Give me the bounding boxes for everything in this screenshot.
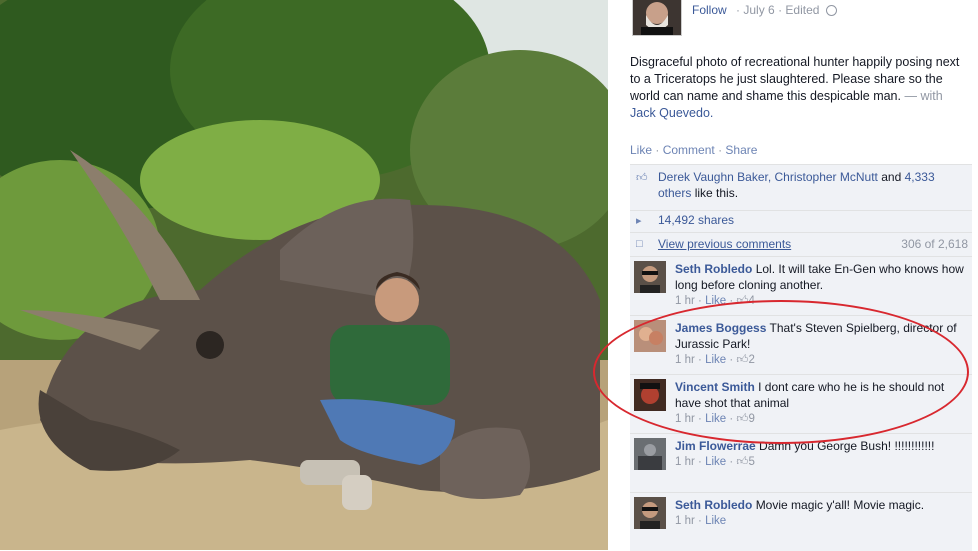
separator: · [736, 3, 741, 17]
poster-avatar[interactable] [632, 0, 682, 36]
thumbs-up-icon: 👍︎ [636, 172, 648, 184]
likes-suffix: like this. [694, 186, 739, 200]
globe-icon[interactable] [825, 5, 837, 17]
post-date[interactable]: July 6 [743, 3, 774, 17]
commenter-name[interactable]: Seth Robledo [675, 262, 752, 276]
comment-time[interactable]: 1 hr [675, 515, 695, 527]
thumbs-up-icon: 👍︎ [736, 456, 749, 468]
view-previous-comments-link[interactable]: View previous comments [658, 237, 791, 251]
likers-names[interactable]: Derek Vaughn Baker, Christopher McNutt [658, 170, 878, 184]
comment-icon: □ [636, 238, 643, 250]
post-meta: Follow · July 6 · Edited [692, 3, 837, 17]
separator: · [655, 143, 660, 157]
comment-like-link[interactable]: Like [705, 456, 726, 468]
commenter-avatar[interactable] [634, 261, 666, 293]
post-text: Disgraceful photo of recreational hunter… [630, 54, 962, 122]
comment-count: 306 of 2,618 [901, 237, 968, 251]
comment-time[interactable]: 1 hr [675, 456, 695, 468]
with-prefix: — with [904, 89, 943, 103]
facebook-post-panel: Follow · July 6 · Edited Disgraceful pho… [612, 0, 978, 551]
triceratops-photo [0, 0, 608, 550]
tagged-user-link[interactable]: Jack Quevedo. [630, 106, 713, 120]
follow-link[interactable]: Follow [692, 3, 727, 17]
comment-like-count[interactable]: 5 [748, 456, 754, 468]
post-photo[interactable] [0, 0, 608, 550]
post-actions: Like · Comment · Share [630, 143, 757, 157]
comment-action[interactable]: Comment [663, 143, 715, 157]
comment-like-link[interactable]: Like [705, 515, 726, 527]
commenter-avatar[interactable] [634, 438, 666, 470]
separator: · [718, 143, 723, 157]
share-action[interactable]: Share [725, 143, 757, 157]
comment-time[interactable]: 1 hr [675, 295, 695, 307]
comment-text: Movie magic y'all! Movie magic. [755, 498, 925, 512]
edited-label[interactable]: Edited [785, 3, 819, 17]
comment-item: Seth Robledo Movie magic y'all! Movie ma… [630, 492, 972, 551]
shares-row[interactable]: ▸ 14,492 shares [630, 210, 972, 229]
share-icon: ▸ [636, 215, 642, 227]
previous-comments-row: □ View previous comments 306 of 2,618 [630, 232, 972, 253]
likes-and: and [881, 170, 902, 184]
commenter-avatar[interactable] [634, 497, 666, 529]
like-action[interactable]: Like [630, 143, 652, 157]
highlight-circle [593, 300, 969, 444]
commenter-name[interactable]: Seth Robledo [675, 498, 752, 512]
separator: · [778, 3, 783, 17]
shares-count[interactable]: 14,492 shares [658, 213, 734, 227]
